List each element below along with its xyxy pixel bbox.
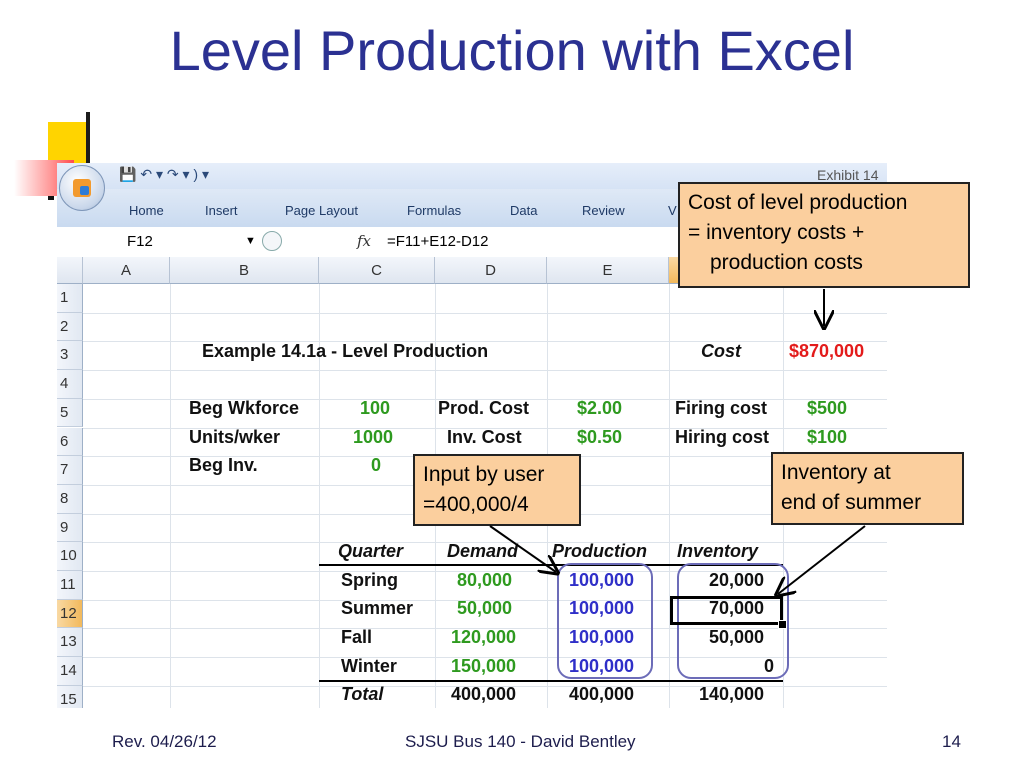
window-title: Exhibit 14 <box>817 167 879 183</box>
row-header-9[interactable]: 9 <box>57 513 83 543</box>
winter-label[interactable]: Winter <box>341 656 397 677</box>
chevron-down-icon[interactable]: ▼ <box>245 235 256 247</box>
table-header-production[interactable]: Production <box>552 541 647 562</box>
slide-title: Level Production with Excel <box>169 19 855 82</box>
footer-revision: Rev. 04/26/12 <box>112 732 217 751</box>
firing-cost-label[interactable]: Firing cost <box>675 398 767 419</box>
hiring-cost-label[interactable]: Hiring cost <box>675 427 769 448</box>
winter-demand[interactable]: 150,000 <box>451 656 516 677</box>
name-box[interactable]: F12 <box>127 233 153 250</box>
quick-access-icons[interactable]: 💾 ↶ ▾ ↷ ▾ ) ▾ <box>119 166 209 183</box>
callout-inventory-line1: Inventory at <box>781 461 891 484</box>
cost-label[interactable]: Cost <box>701 341 741 362</box>
zoom-circle-icon <box>262 231 282 251</box>
beg-inv-value[interactable]: 0 <box>371 455 381 476</box>
hiring-cost-value[interactable]: $100 <box>807 427 847 448</box>
row-header-11[interactable]: 11 <box>57 571 83 600</box>
selected-cell-f12[interactable] <box>670 596 783 625</box>
tab-insert[interactable]: Insert <box>205 203 238 218</box>
sheet-heading[interactable]: Example 14.1a - Level Production <box>202 341 488 362</box>
callout-inventory: Inventory at end of summer <box>771 452 964 525</box>
tab-review[interactable]: Review <box>582 203 625 218</box>
column-header-d[interactable]: D <box>435 257 547 284</box>
decor-dash <box>48 196 54 200</box>
select-all-corner[interactable] <box>57 257 83 284</box>
row-header-12[interactable]: 12 <box>57 599 83 629</box>
callout-cost-line3: production costs <box>710 251 863 274</box>
prod-cost-value[interactable]: $2.00 <box>577 398 622 419</box>
column-gridline <box>170 284 171 708</box>
footer-course: SJSU Bus 140 - David Bentley <box>405 732 636 751</box>
units-per-worker-label[interactable]: Units/wker <box>189 427 280 448</box>
row-gridline <box>83 312 887 314</box>
firing-cost-value[interactable]: $500 <box>807 398 847 419</box>
row-header-8[interactable]: 8 <box>57 484 83 514</box>
spring-demand[interactable]: 80,000 <box>457 570 512 591</box>
fall-label[interactable]: Fall <box>341 627 372 648</box>
units-per-worker-value[interactable]: 1000 <box>353 427 393 448</box>
table-total-rule <box>319 680 783 682</box>
table-header-quarter[interactable]: Quarter <box>338 541 403 562</box>
tab-formulas[interactable]: Formulas <box>407 203 461 218</box>
office-logo-icon <box>73 179 91 197</box>
beg-wkforce-label[interactable]: Beg Wkforce <box>189 398 299 419</box>
row-header-4[interactable]: 4 <box>57 370 83 399</box>
total-production[interactable]: 400,000 <box>569 684 634 705</box>
row-header-6[interactable]: 6 <box>57 427 83 457</box>
row-header-3[interactable]: 3 <box>57 341 83 371</box>
table-header-inventory[interactable]: Inventory <box>677 541 758 562</box>
tab-home[interactable]: Home <box>129 203 164 218</box>
inv-cost-label[interactable]: Inv. Cost <box>447 427 522 448</box>
office-button[interactable] <box>59 165 105 211</box>
formula-input[interactable]: =F11+E12-D12 <box>387 233 488 250</box>
production-highlight-oval <box>557 563 653 679</box>
column-gridline <box>669 284 670 708</box>
row-header-5[interactable]: 5 <box>57 398 83 428</box>
footer-page-number: 14 <box>942 732 961 751</box>
row-header-10[interactable]: 10 <box>57 542 83 571</box>
total-demand[interactable]: 400,000 <box>451 684 516 705</box>
callout-cost: Cost of level production = inventory cos… <box>678 182 970 288</box>
callout-cost-line2: = inventory costs + <box>688 221 865 244</box>
callout-cost-line1: Cost of level production <box>688 191 908 214</box>
row-header-15[interactable]: 15 <box>57 685 83 708</box>
tab-view[interactable]: V <box>668 203 677 218</box>
table-header-demand[interactable]: Demand <box>447 541 518 562</box>
row-header-13[interactable]: 13 <box>57 628 83 658</box>
callout-input-line1: Input by user <box>423 463 545 486</box>
prod-cost-label[interactable]: Prod. Cost <box>438 398 529 419</box>
total-inventory[interactable]: 140,000 <box>699 684 764 705</box>
callout-inventory-line2: end of summer <box>781 491 922 514</box>
summer-demand[interactable]: 50,000 <box>457 598 512 619</box>
tab-page-layout[interactable]: Page Layout <box>285 203 358 218</box>
fall-demand[interactable]: 120,000 <box>451 627 516 648</box>
column-header-b[interactable]: B <box>170 257 319 284</box>
function-icon[interactable]: fx <box>357 232 371 250</box>
beg-inv-label[interactable]: Beg Inv. <box>189 455 258 476</box>
row-header-14[interactable]: 14 <box>57 657 83 686</box>
tab-data[interactable]: Data <box>510 203 537 218</box>
row-header-2[interactable]: 2 <box>57 312 83 342</box>
spring-label[interactable]: Spring <box>341 570 398 591</box>
row-header-7[interactable]: 7 <box>57 456 83 485</box>
column-header-a[interactable]: A <box>83 257 170 284</box>
fill-handle[interactable] <box>778 620 787 629</box>
callout-input: Input by user =400,000/4 <box>413 454 581 526</box>
total-label[interactable]: Total <box>341 684 383 705</box>
inv-cost-value[interactable]: $0.50 <box>577 427 622 448</box>
row-header-1[interactable]: 1 <box>57 284 83 313</box>
column-header-c[interactable]: C <box>319 257 435 284</box>
summer-label[interactable]: Summer <box>341 598 413 619</box>
cost-value[interactable]: $870,000 <box>789 341 864 362</box>
callout-input-line2: =400,000/4 <box>423 493 529 516</box>
row-gridline <box>83 370 887 372</box>
column-header-e[interactable]: E <box>547 257 669 284</box>
beg-wkforce-value[interactable]: 100 <box>360 398 390 419</box>
